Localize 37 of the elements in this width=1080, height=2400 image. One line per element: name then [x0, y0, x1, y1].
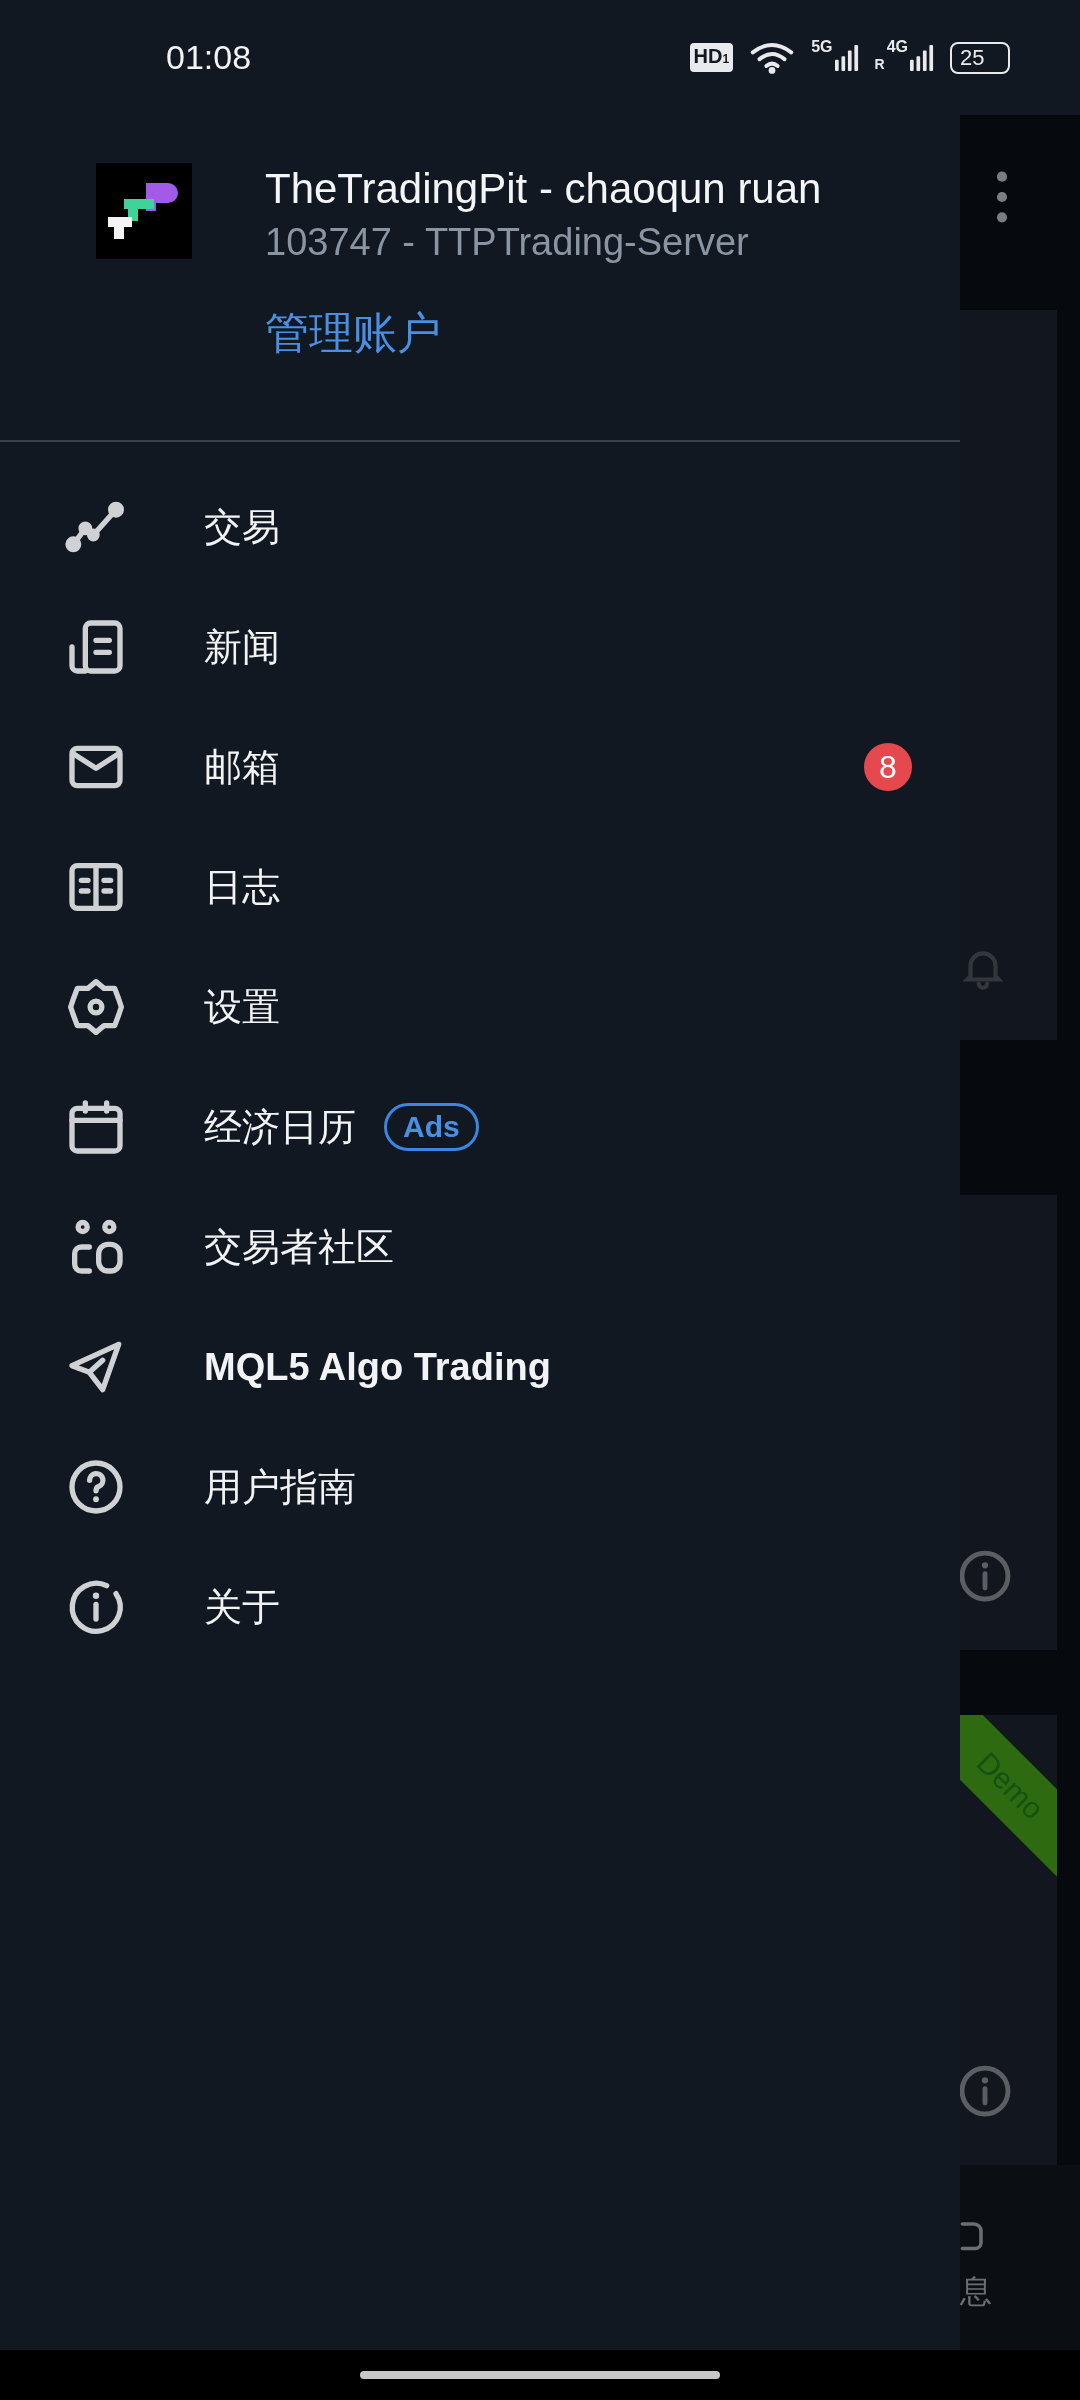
menu-label: 关于 — [204, 1584, 280, 1630]
menu-item[interactable]: 设置 — [0, 947, 960, 1067]
menu-label: 新闻 — [204, 624, 280, 670]
battery-indicator: 25 — [950, 41, 1010, 74]
menu-label: 日志 — [204, 864, 280, 910]
menu-item[interactable]: 关于 — [0, 1547, 960, 1667]
menu-label: 交易者社区 — [204, 1224, 394, 1270]
signal-icon — [834, 43, 859, 72]
menu-label: 用户指南 — [204, 1464, 356, 1510]
status-time: 01:08 — [166, 38, 252, 77]
menu-item[interactable]: MQL5 Algo Trading — [0, 1307, 960, 1427]
nav-label[interactable]: 息 — [960, 2271, 1080, 2311]
wifi-icon — [749, 40, 796, 75]
app-logo-icon — [96, 163, 192, 259]
unread-count-badge: 8 — [864, 743, 912, 791]
menu-label: 经济日历 — [204, 1104, 356, 1150]
account-server: 103747 - TTPTrading-Server — [265, 220, 750, 265]
menu-item[interactable]: 经济日历 Ads — [0, 1067, 960, 1187]
roaming-label: R — [874, 55, 885, 72]
network-type-label: 4G — [886, 37, 908, 56]
menu-item[interactable]: 交易 — [0, 467, 960, 587]
menu-item[interactable]: 用户指南 — [0, 1427, 960, 1547]
menu-item[interactable]: 交易者社区 — [0, 1187, 960, 1307]
menu-label: 设置 — [204, 984, 280, 1030]
menu-label: 交易 — [204, 504, 280, 550]
account-name: TheTradingPit - chaoqun ruan — [265, 164, 822, 214]
signal-icon — [910, 43, 934, 72]
menu-label: 邮箱 — [204, 744, 280, 790]
home-indicator[interactable] — [360, 2371, 720, 2379]
menu-item[interactable]: 新闻 — [0, 587, 960, 707]
menu-item[interactable]: 日志 — [0, 827, 960, 947]
more-menu-icon — [996, 171, 1008, 223]
ads-tag: Ads — [384, 1103, 479, 1151]
manage-accounts-link[interactable]: 管理账户 — [265, 305, 822, 361]
menu-label: MQL5 Algo Trading — [204, 1345, 551, 1389]
network-type-label: 5G — [811, 37, 833, 56]
menu-item[interactable]: 邮箱 8 — [0, 707, 960, 827]
